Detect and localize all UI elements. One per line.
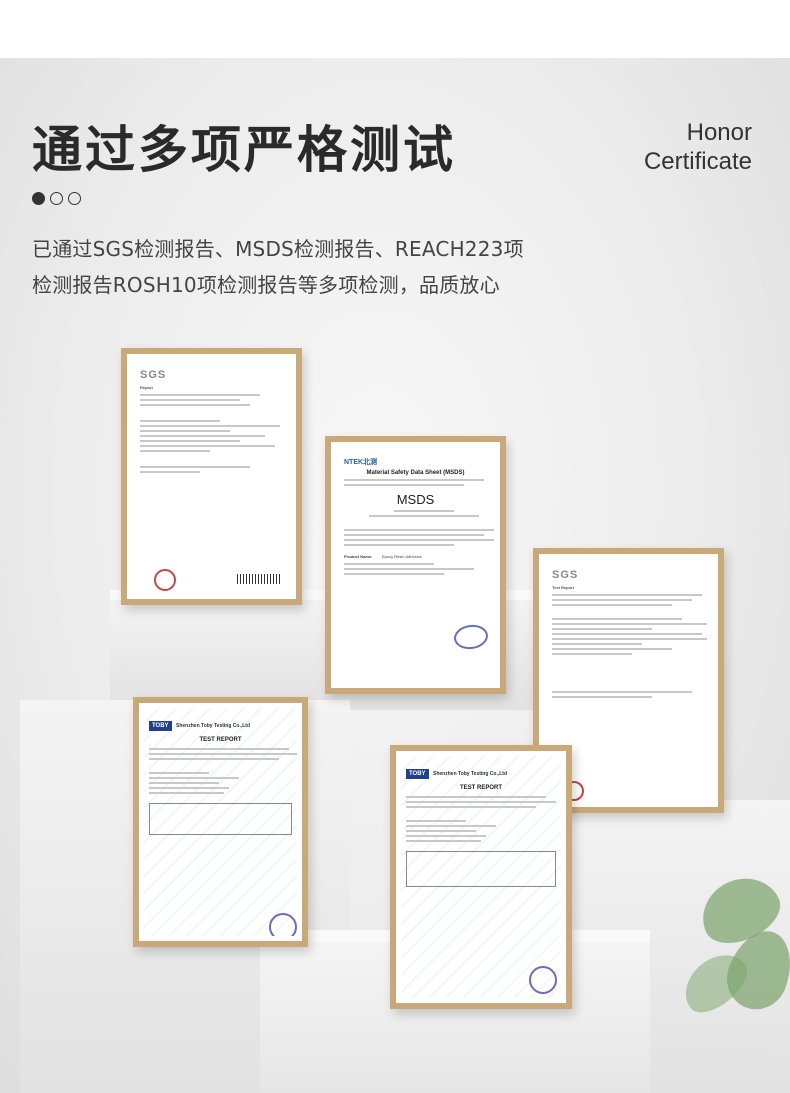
text-placeholder [344,529,494,531]
text-placeholder [552,696,652,698]
text-placeholder [140,425,280,427]
text-placeholder [552,633,702,635]
text-placeholder [149,792,224,794]
text-placeholder [406,796,546,798]
msds-heading: Material Safety Data Sheet (MSDS) [366,470,465,476]
certificate-toby-left: TOBY Shenzhen Toby Testing Co.,Ltd TEST … [144,708,297,936]
text-placeholder [140,435,265,437]
test-report-heading: TEST REPORT [459,785,502,791]
text-placeholder [369,515,479,517]
text-placeholder [140,450,210,452]
test-report-label: Test Report [552,585,574,590]
report-label: Report [140,385,153,390]
text-placeholder [552,653,632,655]
text-placeholder [552,594,702,596]
text-placeholder [552,628,652,630]
ntek-logo: NTEK北测 [344,459,378,466]
text-placeholder [552,599,692,601]
text-placeholder [149,787,229,789]
text-placeholder [394,510,454,512]
text-placeholder [344,484,464,486]
results-table [149,803,292,835]
text-placeholder [406,835,486,837]
text-placeholder [140,440,240,442]
text-placeholder [140,404,250,406]
text-placeholder [552,638,707,640]
text-placeholder [406,830,476,832]
text-placeholder [140,399,240,401]
honor-certificate-label: Honor Certificate [644,118,752,176]
product-value: Epoxy Resin Adhesive [382,554,422,559]
text-placeholder [344,479,484,481]
page-title: 通过多项严格测试 [32,121,456,179]
text-placeholder [140,394,260,396]
toby-company: Shenzhen Toby Testing Co.,Ltd [176,723,250,729]
certificate-frame-msds: NTEK北测 Material Safety Data Sheet (MSDS)… [325,436,506,694]
text-placeholder [149,758,279,760]
text-placeholder [406,820,466,822]
toby-logo: TOBY [406,769,429,779]
certificate-frame-toby-left: TOBY Shenzhen Toby Testing Co.,Ltd TEST … [133,697,308,947]
sgs-logo: SGS [140,369,167,381]
pagination-dot [68,192,81,205]
text-placeholder [140,466,250,468]
page: 通过多项严格测试 Honor Certificate 已通过SGS检测报告、MS… [0,0,790,1093]
description-line-1: 已通过SGS检测报告、MSDS检测报告、REACH223项 [32,237,524,261]
text-placeholder [552,604,672,606]
text-placeholder [149,748,289,750]
sgs-logo: SGS [552,569,579,581]
toby-company: Shenzhen Toby Testing Co.,Ltd [433,771,507,777]
text-placeholder [149,782,219,784]
top-strip [0,0,790,58]
blue-seal-icon [529,966,557,994]
text-placeholder [552,643,642,645]
text-placeholder [140,445,275,447]
certificate-frame-toby-right: TOBY Shenzhen Toby Testing Co.,Ltd TEST … [390,745,572,1009]
text-placeholder [344,568,474,570]
pagination-dot [50,192,63,205]
certificate-msds: NTEK北测 Material Safety Data Sheet (MSDS)… [336,447,495,683]
blue-seal-icon [452,622,490,652]
msds-big-title: MSDS [396,492,435,507]
text-placeholder [344,563,434,565]
text-placeholder [344,534,484,536]
certificate-sgs-report: SGS Report [132,359,291,594]
description: 已通过SGS检测报告、MSDS检测报告、REACH223项 检测报告ROSH10… [32,231,524,303]
pagination-dots [32,192,81,205]
text-placeholder [344,573,444,575]
test-report-heading: TEST REPORT [199,737,242,743]
text-placeholder [140,471,200,473]
certificate-line: Certificate [643,148,752,175]
text-placeholder [552,648,672,650]
pagination-dot-active [32,192,45,205]
toby-logo: TOBY [149,721,172,731]
text-placeholder [406,806,536,808]
text-placeholder [140,420,220,422]
blue-seal-icon [269,913,297,936]
text-placeholder [344,539,494,541]
text-placeholder [149,753,297,755]
text-placeholder [149,772,209,774]
text-placeholder [406,825,496,827]
text-placeholder [149,777,239,779]
text-placeholder [552,618,682,620]
text-placeholder [552,623,707,625]
barcode-icon [237,574,282,584]
text-placeholder [344,544,454,546]
honor-line: Honor [686,119,752,146]
red-stamp-icon [154,569,176,591]
text-placeholder [406,840,481,842]
description-line-2: 检测报告ROSH10项检测报告等多项检测，品质放心 [32,273,500,297]
text-placeholder [406,801,556,803]
text-placeholder [140,430,230,432]
product-label: Product Name: [344,554,373,559]
certificate-toby-right: TOBY Shenzhen Toby Testing Co.,Ltd TEST … [401,756,561,998]
results-table [406,851,556,887]
product-row: Product Name: Epoxy Resin Adhesive [344,554,487,560]
certificate-frame-sgs-report: SGS Report [121,348,302,605]
text-placeholder [552,691,692,693]
